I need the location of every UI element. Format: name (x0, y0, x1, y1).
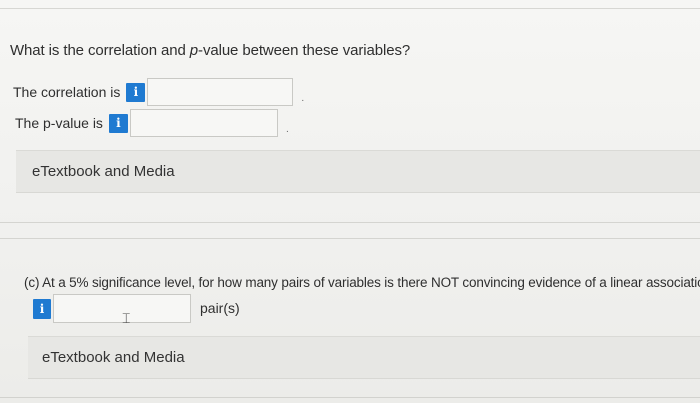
info-icon[interactable]: i (33, 298, 51, 319)
info-icon[interactable]: i (108, 113, 128, 133)
part-c-answer-row: i pair(s) (33, 294, 240, 323)
question-p-letter: p (189, 42, 199, 59)
question-prefix: What is the correlation and (10, 42, 190, 59)
pvalue-label: The p-value is (15, 115, 103, 131)
pvalue-input[interactable] (129, 109, 278, 137)
bottom-divider (0, 397, 700, 398)
etextbook-label: eTextbook and Media (42, 349, 185, 366)
part-c-question: (c) At a 5% significance level, for how … (24, 275, 700, 290)
etextbook-media-button[interactable]: eTextbook and Media (28, 336, 700, 379)
etextbook-label: eTextbook and Media (32, 163, 175, 180)
section-divider (0, 238, 700, 239)
correlation-trailing-period: . (301, 92, 305, 104)
section-divider (0, 222, 700, 223)
pairs-unit-label: pair(s) (200, 299, 240, 316)
correlation-input[interactable] (147, 78, 294, 106)
question-text: What is the correlation and p-value betw… (10, 42, 410, 59)
pvalue-row: The p-value is i . (15, 109, 289, 137)
correlation-row: The correlation is i . (13, 78, 304, 106)
info-icon[interactable]: i (126, 82, 146, 102)
pvalue-trailing-period: . (285, 123, 289, 135)
etextbook-media-button[interactable]: eTextbook and Media (16, 150, 700, 193)
text-cursor-icon: ⌶ (122, 311, 131, 327)
page: What is the correlation and p-value betw… (0, 0, 700, 403)
correlation-label: The correlation is (13, 84, 121, 100)
top-divider (0, 8, 700, 9)
question-suffix: -value between these variables? (198, 42, 411, 59)
